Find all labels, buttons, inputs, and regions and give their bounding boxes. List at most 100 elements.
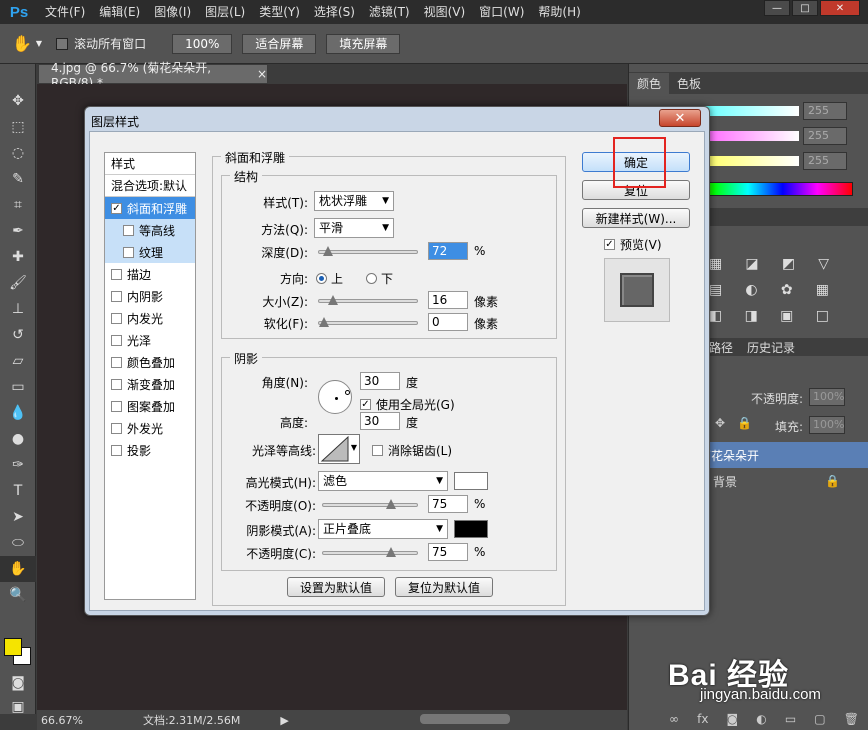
- foreground-color-swatch[interactable]: [4, 638, 22, 656]
- tab-paths[interactable]: 路径: [709, 339, 733, 356]
- soften-input[interactable]: 0: [428, 313, 468, 331]
- style-list-header[interactable]: 样式: [105, 153, 195, 175]
- depth-slider-knob[interactable]: [323, 246, 334, 256]
- group-icon[interactable]: ▭: [785, 712, 796, 726]
- new-layer-icon[interactable]: ▢: [814, 712, 825, 726]
- highlight-opacity-knob[interactable]: [386, 499, 396, 509]
- healing-tool-icon[interactable]: ✚: [0, 244, 36, 270]
- scroll-all-checkbox-box[interactable]: [56, 37, 69, 50]
- highlight-color-swatch[interactable]: [454, 472, 488, 490]
- angle-input[interactable]: 30: [360, 372, 400, 390]
- gradient-tool-icon[interactable]: ▭: [0, 374, 36, 400]
- highlight-mode-select[interactable]: 滤色 ▼: [318, 471, 448, 491]
- minimize-button[interactable]: —: [764, 0, 790, 16]
- effect-checkbox[interactable]: [111, 312, 122, 324]
- effect-item[interactable]: 渐变叠加: [105, 373, 195, 395]
- effect-item[interactable]: ✓ 斜面和浮雕: [105, 197, 195, 219]
- color-value-g[interactable]: 255: [803, 127, 847, 145]
- trash-icon[interactable]: 🗑: [844, 712, 859, 726]
- link-layers-icon[interactable]: ∞: [669, 712, 679, 726]
- effect-item[interactable]: 内发光: [105, 307, 195, 329]
- soften-slider[interactable]: [318, 317, 418, 327]
- opacity-field[interactable]: 100%: [809, 388, 845, 406]
- blur-tool-icon[interactable]: 💧: [0, 400, 36, 426]
- type-tool-icon[interactable]: T: [0, 478, 36, 504]
- effect-checkbox[interactable]: [123, 224, 134, 236]
- size-slider-knob[interactable]: [327, 295, 338, 305]
- depth-input[interactable]: 72: [428, 242, 468, 260]
- menu-view[interactable]: 视图(V): [417, 0, 473, 24]
- effect-item[interactable]: 等高线: [105, 219, 195, 241]
- lookup-icon[interactable]: ▦: [816, 282, 829, 298]
- effect-checkbox[interactable]: [111, 356, 122, 368]
- highlight-opacity-slider[interactable]: [322, 499, 418, 509]
- fill-field[interactable]: 100%: [809, 416, 845, 434]
- effect-item[interactable]: 投影: [105, 439, 195, 461]
- effect-item[interactable]: 外发光: [105, 417, 195, 439]
- menu-window[interactable]: 窗口(W): [472, 0, 531, 24]
- restore-button[interactable]: □: [792, 0, 818, 16]
- global-light-checkbox[interactable]: ✓ 使用全局光(G): [360, 396, 455, 413]
- history-brush-tool-icon[interactable]: ↺: [0, 322, 36, 348]
- lock-move-icon[interactable]: ✥: [715, 416, 725, 430]
- direction-down-radio[interactable]: 下: [366, 270, 393, 287]
- gradient-map-icon[interactable]: ▽: [818, 256, 829, 272]
- adjustment-layer-icon[interactable]: ◐: [756, 712, 766, 726]
- menu-edit[interactable]: 编辑(E): [92, 0, 147, 24]
- effect-item[interactable]: 图案叠加: [105, 395, 195, 417]
- effect-checkbox[interactable]: [111, 422, 122, 434]
- highlight-opacity-input[interactable]: 75: [428, 495, 468, 513]
- effect-item[interactable]: 纹理: [105, 241, 195, 263]
- dialog-close-button[interactable]: ✕: [659, 109, 701, 127]
- effect-checkbox[interactable]: [111, 444, 122, 456]
- shadow-opacity-input[interactable]: 75: [428, 543, 468, 561]
- dodge-tool-icon[interactable]: ●: [0, 426, 36, 452]
- depth-slider[interactable]: [318, 246, 418, 256]
- tab-swatches[interactable]: 色板: [669, 73, 709, 94]
- stamp-tool-icon[interactable]: ⊥: [0, 296, 36, 322]
- radio-unchecked[interactable]: [366, 273, 377, 284]
- fill-screen-button[interactable]: 填充屏幕: [326, 33, 401, 54]
- color-value-r[interactable]: 255: [803, 102, 847, 120]
- invert-icon[interactable]: ◧: [709, 308, 722, 324]
- effect-checkbox[interactable]: ✓: [111, 202, 122, 214]
- menu-select[interactable]: 选择(S): [307, 0, 362, 24]
- effect-item[interactable]: 内阴影: [105, 285, 195, 307]
- size-input[interactable]: 16: [428, 291, 468, 309]
- fx-icon[interactable]: fx: [697, 712, 708, 726]
- radio-checked[interactable]: [316, 273, 327, 284]
- eyedropper-tool-icon[interactable]: ✒: [0, 218, 36, 244]
- add-mask-icon[interactable]: ◙: [727, 712, 739, 726]
- effect-checkbox[interactable]: [111, 268, 122, 280]
- exposure-icon[interactable]: ◩: [782, 256, 795, 272]
- contour-dropdown-icon[interactable]: ▼: [351, 443, 357, 452]
- menu-layer[interactable]: 图层(L): [198, 0, 252, 24]
- app-close-button[interactable]: ✕: [820, 0, 860, 16]
- effect-checkbox[interactable]: [111, 400, 122, 412]
- effect-checkbox[interactable]: [111, 378, 122, 390]
- menu-file[interactable]: 文件(F): [38, 0, 92, 24]
- effect-checkbox[interactable]: [111, 290, 122, 302]
- lock-all-icon[interactable]: 🔒: [737, 416, 752, 430]
- anti-alias-check-box[interactable]: [372, 445, 383, 456]
- shape-tool-icon[interactable]: ⬭: [0, 530, 36, 556]
- quick-mask-icon[interactable]: ◙: [0, 670, 36, 696]
- hand-tool-active-icon[interactable]: ✋: [0, 556, 36, 582]
- path-select-tool-icon[interactable]: ➤: [0, 504, 36, 530]
- shadow-opacity-slider[interactable]: [322, 547, 418, 557]
- crop-tool-icon[interactable]: ⌗: [0, 192, 36, 218]
- effect-item[interactable]: 描边: [105, 263, 195, 285]
- brush-tool-icon[interactable]: 🖌: [0, 270, 36, 296]
- menu-help[interactable]: 帮助(H): [531, 0, 587, 24]
- effect-checkbox[interactable]: [111, 334, 122, 346]
- menu-image[interactable]: 图像(I): [147, 0, 198, 24]
- shadow-mode-select[interactable]: 正片叠底 ▼: [318, 519, 448, 539]
- posterize-icon[interactable]: ◨: [745, 308, 758, 324]
- angle-dial[interactable]: [318, 380, 352, 414]
- curves-icon[interactable]: ◪: [745, 256, 758, 272]
- set-default-button[interactable]: 设置为默认值: [287, 577, 385, 597]
- anti-alias-checkbox[interactable]: 消除锯齿(L): [372, 442, 452, 459]
- direction-up-radio[interactable]: 上: [316, 270, 343, 287]
- color-balance-icon[interactable]: ▤: [709, 282, 722, 298]
- zoom-tool-icon[interactable]: 🔍: [0, 582, 36, 608]
